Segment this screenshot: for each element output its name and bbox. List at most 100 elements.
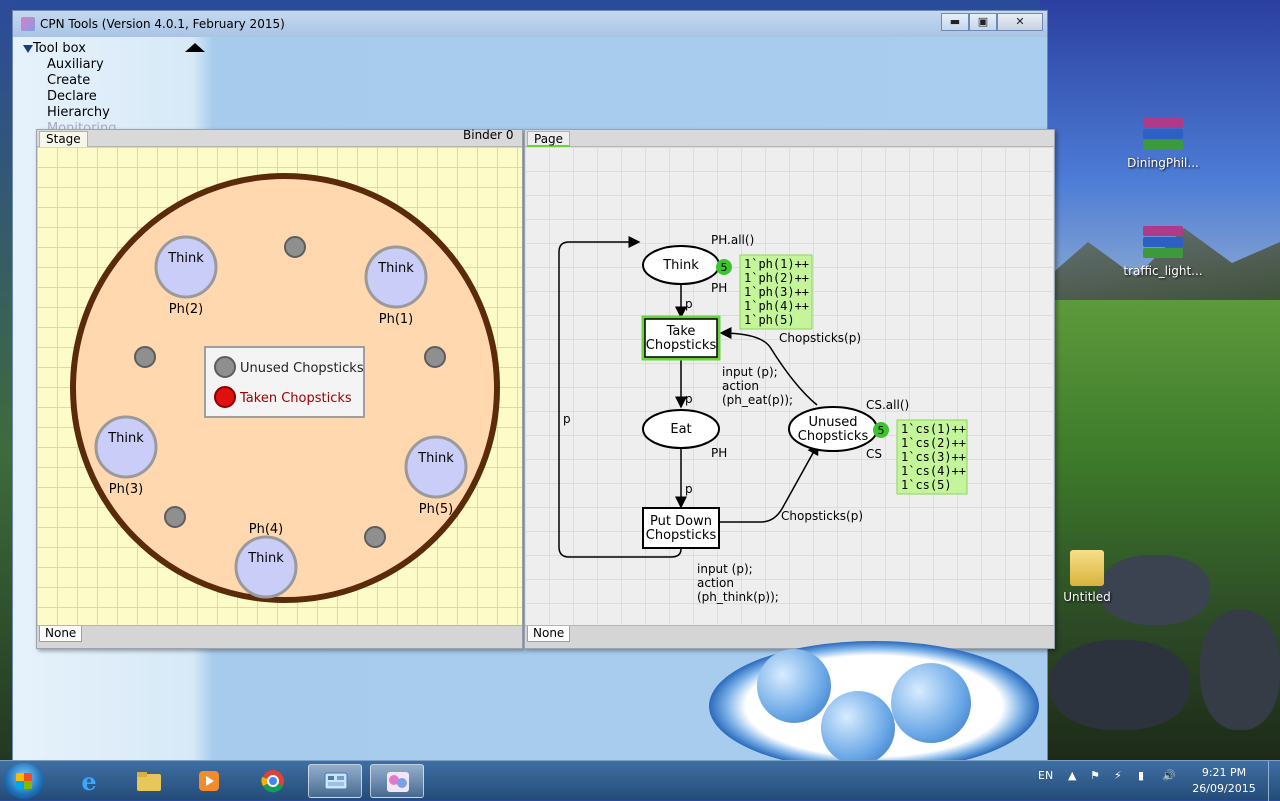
- minimize-button[interactable]: ▬: [941, 13, 969, 31]
- chopstick-unused-icon: [134, 346, 156, 368]
- page-panel-header: Page: [525, 130, 1054, 147]
- svg-text:e: e: [81, 769, 96, 793]
- start-button[interactable]: [4, 763, 44, 799]
- unused-chopstick-icon: [214, 356, 236, 378]
- arc-label: p: [685, 297, 693, 311]
- close-button[interactable]: ✕: [997, 13, 1043, 31]
- philosopher-state: Think: [417, 451, 454, 466]
- dining-table-svg: Think Ph(2) Think Ph(1) Think Ph(3) Thin…: [70, 173, 500, 603]
- marking-line: 1`ph(1)++: [744, 257, 809, 271]
- taken-chopstick-icon: [214, 386, 236, 408]
- token-count: 5: [878, 424, 885, 437]
- place-colour-set: PH: [711, 281, 727, 295]
- tab-page[interactable]: Page: [527, 131, 571, 147]
- clock-time: 9:21 PM: [1201, 766, 1247, 779]
- place-name: Eat: [670, 422, 691, 437]
- page-canvas[interactable]: p p p p Chopsticks(p) Chopsticks(p) Thin…: [525, 147, 1054, 627]
- marking-line: 1`ph(2)++: [744, 271, 809, 285]
- philosopher-state: Think: [107, 431, 144, 446]
- place-initial-marking: CS.all(): [866, 398, 909, 412]
- rar-archive-icon: [1143, 226, 1183, 260]
- toolbox-item-hierarchy[interactable]: Hierarchy: [23, 105, 117, 121]
- transition-name: Chopsticks: [646, 528, 717, 543]
- marking-line: 1`cs(2)++: [901, 436, 966, 450]
- cpn-logo-n: [891, 663, 971, 743]
- transition-code: (ph_think(p));: [697, 590, 779, 604]
- cpn-logo-c: [757, 649, 831, 723]
- place-colour-set: CS: [866, 447, 882, 461]
- chopstick-legend: Unused Chopsticks Taken Chopsticks: [204, 346, 365, 418]
- taskbar-file-explorer[interactable]: [122, 764, 176, 798]
- volume-icon[interactable]: 🔊: [1162, 769, 1176, 782]
- arc-label: p: [685, 482, 693, 496]
- philosopher-label: Ph(2): [169, 302, 204, 317]
- marking-line: 1`ph(3)++: [744, 285, 809, 299]
- cpn-logo: [709, 641, 1039, 771]
- transition-put-down-chopsticks[interactable]: Put Down Chopsticks: [642, 507, 720, 549]
- toolbox-item-declare[interactable]: Declare: [23, 89, 117, 105]
- windows-logo-icon: [16, 773, 32, 789]
- transition-take-chopsticks[interactable]: Take Chopsticks: [641, 315, 721, 361]
- marking-line: 1`cs(4)++: [901, 464, 966, 478]
- desktop-icon-traffic-light[interactable]: traffic_light...: [1118, 226, 1208, 278]
- chopstick-unused-icon: [164, 506, 186, 528]
- marking-line: 1`ph(5): [744, 313, 795, 327]
- transition-name: Take: [666, 324, 696, 339]
- toolbox-item-create[interactable]: Create: [23, 73, 117, 89]
- chrome-icon: [261, 770, 284, 793]
- philosopher-state: Think: [247, 551, 284, 566]
- folder-icon: [1070, 550, 1104, 586]
- tab-stage[interactable]: Stage: [39, 131, 88, 147]
- philosopher-label: Ph(5): [419, 502, 454, 517]
- taskbar-cpn-tools[interactable]: [370, 764, 424, 798]
- network-signal-icon[interactable]: ▮: [1138, 769, 1144, 782]
- page-footer: None: [525, 625, 1054, 648]
- action-center-flag-icon[interactable]: ⚑: [1090, 769, 1100, 782]
- toolbox-item-auxiliary[interactable]: Auxiliary: [23, 57, 117, 73]
- place-colour-set: PH: [711, 446, 727, 460]
- maximize-button[interactable]: ▣: [969, 13, 997, 31]
- place-eat[interactable]: Eat: [642, 409, 720, 449]
- internet-explorer-icon: e: [81, 769, 96, 793]
- chopstick-unused-icon: [424, 346, 446, 368]
- place-unused-chopsticks[interactable]: Unused Chopsticks: [788, 406, 878, 452]
- cpn-tools-window: CPN Tools (Version 4.0.1, February 2015)…: [12, 10, 1055, 771]
- page-footer-tab[interactable]: None: [527, 626, 571, 642]
- taskbar-media-player[interactable]: [182, 764, 236, 798]
- legend-unused-label: Unused Chopsticks: [240, 361, 364, 376]
- language-indicator[interactable]: EN: [1038, 769, 1053, 782]
- place-think[interactable]: Think: [642, 245, 720, 285]
- place-name: Chopsticks: [798, 429, 869, 444]
- desktop-wallpaper-rock: [1050, 640, 1190, 730]
- place-name: Think: [662, 258, 699, 273]
- chopstick-unused-icon: [284, 236, 306, 258]
- show-desktop-button[interactable]: [1268, 761, 1280, 801]
- philosopher-label: Ph(4): [249, 522, 284, 537]
- stage-canvas[interactable]: Think Ph(2) Think Ph(1) Think Ph(3) Thin…: [37, 147, 522, 627]
- transition-code: (ph_eat(p));: [722, 393, 793, 407]
- stage-footer-tab[interactable]: None: [39, 626, 83, 642]
- stage-footer: None: [37, 625, 522, 648]
- place-name: Unused: [808, 415, 857, 430]
- clock-date: 26/09/2015: [1192, 782, 1256, 795]
- cpn-tools-icon: [387, 772, 409, 792]
- window-titlebar[interactable]: CPN Tools (Version 4.0.1, February 2015)…: [13, 11, 1047, 37]
- taskbar-control-panel[interactable]: [308, 764, 362, 798]
- unused-marking-box: 1`cs(1)++ 1`cs(2)++ 1`cs(3)++ 1`cs(4)++ …: [896, 419, 968, 495]
- arc-label: p: [685, 392, 693, 406]
- desktop-wallpaper-rock: [1200, 610, 1280, 730]
- stage-panel-header: Stage: [37, 130, 522, 147]
- show-hidden-icons-icon[interactable]: ▲: [1068, 769, 1076, 782]
- window-title: CPN Tools (Version 4.0.1, February 2015): [40, 17, 285, 31]
- clock[interactable]: 9:21 PM 26/09/2015: [1188, 765, 1260, 797]
- think-marking-box: 1`ph(1)++ 1`ph(2)++ 1`ph(3)++ 1`ph(4)++ …: [739, 254, 813, 330]
- taskbar-internet-explorer[interactable]: e: [62, 764, 116, 798]
- taskbar-chrome[interactable]: [246, 764, 300, 798]
- stage-panel: Stage Think Ph(2) Think Ph(1) Think Ph(3…: [36, 129, 523, 649]
- desktop-icon-diningphil[interactable]: DiningPhil...: [1118, 118, 1208, 170]
- arc-label: Chopsticks(p): [779, 331, 861, 345]
- cpn-app-icon: [21, 17, 35, 31]
- power-icon[interactable]: ⚡: [1114, 769, 1122, 782]
- collapse-arrow-icon[interactable]: [185, 43, 205, 52]
- toolbox-header[interactable]: Tool box: [23, 41, 117, 57]
